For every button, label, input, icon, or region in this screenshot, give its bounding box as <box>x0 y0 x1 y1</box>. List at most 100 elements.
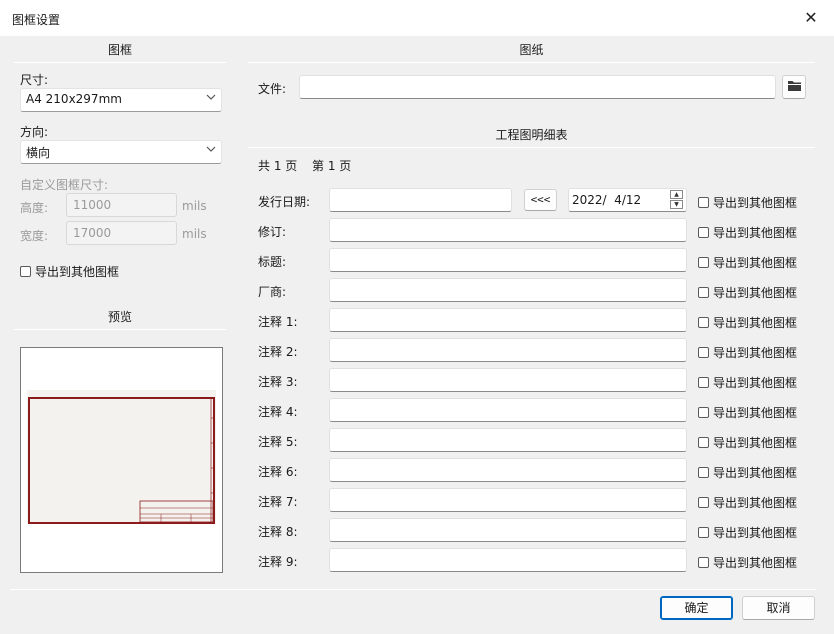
field-label: 注释 8: <box>258 525 298 539</box>
checkbox-box[interactable] <box>698 197 709 208</box>
footer-divider <box>10 589 816 590</box>
preview-header: 预览 <box>107 310 132 324</box>
checkbox-box[interactable] <box>698 527 709 538</box>
field-input[interactable] <box>329 398 687 422</box>
title-bar: 图框设置 ✕ <box>0 0 834 36</box>
file-label: 文件: <box>258 82 287 96</box>
checkbox-box[interactable] <box>698 227 709 238</box>
orientation-label: 方向: <box>20 125 49 139</box>
field-label: 厂商: <box>258 285 287 299</box>
field-export-checkbox[interactable]: 导出到其他图框 <box>698 494 797 511</box>
field-export-label: 导出到其他图框 <box>713 256 798 270</box>
field-export-checkbox[interactable]: 导出到其他图框 <box>698 314 797 331</box>
field-export-checkbox[interactable]: 导出到其他图框 <box>698 284 797 301</box>
field-input[interactable] <box>329 428 687 452</box>
field-input[interactable] <box>329 488 687 512</box>
browse-file-button[interactable] <box>782 75 806 99</box>
copy-date-button[interactable]: <<< <box>524 189 557 211</box>
date-label: 发行日期: <box>258 195 311 209</box>
checkbox-box[interactable] <box>698 347 709 358</box>
dialog-content: 图框 尺寸: A4 210x297mm 方向: 横向 自定义图框尺寸: 高度: … <box>0 36 834 634</box>
field-label: 修订: <box>258 225 287 239</box>
file-input[interactable] <box>299 75 776 99</box>
window-title: 图框设置 <box>12 13 61 27</box>
ok-button[interactable]: 确定 <box>660 596 733 620</box>
page-total: 共 1 页 <box>258 159 298 173</box>
field-export-checkbox[interactable]: 导出到其他图框 <box>698 344 797 361</box>
field-label: 注释 5: <box>258 435 298 449</box>
close-icon[interactable]: ✕ <box>788 0 834 36</box>
field-export-checkbox[interactable]: 导出到其他图框 <box>698 434 797 451</box>
field-input[interactable] <box>329 548 687 572</box>
preview-divider <box>14 329 226 330</box>
field-export-label: 导出到其他图框 <box>713 556 798 570</box>
checkbox-box[interactable] <box>698 317 709 328</box>
cancel-button[interactable]: 取消 <box>742 596 815 620</box>
date-picker-value: 2022/ 4/12 <box>572 193 642 207</box>
width-input[interactable]: 17000 <box>66 221 177 245</box>
field-export-label: 导出到其他图框 <box>713 406 798 420</box>
field-export-label: 导出到其他图框 <box>713 286 798 300</box>
field-input[interactable] <box>329 308 687 332</box>
field-export-checkbox[interactable]: 导出到其他图框 <box>698 464 797 481</box>
field-input[interactable] <box>329 338 687 362</box>
checkbox-box[interactable] <box>698 257 709 268</box>
spin-down-icon[interactable]: ▼ <box>670 200 683 209</box>
orientation-select-value: 横向 <box>26 146 51 160</box>
field-input[interactable] <box>329 248 687 272</box>
field-label: 注释 6: <box>258 465 298 479</box>
field-input[interactable] <box>329 518 687 542</box>
field-label: 注释 9: <box>258 555 298 569</box>
checkbox-box[interactable] <box>698 407 709 418</box>
sheet-divider <box>248 62 815 63</box>
checkbox-box[interactable] <box>698 287 709 298</box>
width-label: 宽度: <box>20 229 49 243</box>
field-export-checkbox[interactable]: 导出到其他图框 <box>698 524 797 541</box>
field-export-label: 导出到其他图框 <box>713 466 798 480</box>
field-export-checkbox[interactable]: 导出到其他图框 <box>698 254 797 271</box>
checkbox-box[interactable] <box>20 266 31 277</box>
chevron-down-icon <box>206 144 216 157</box>
size-select-value: A4 210x297mm <box>26 92 122 106</box>
orientation-select[interactable]: 横向 <box>20 140 222 164</box>
checkbox-box[interactable] <box>698 437 709 448</box>
field-input[interactable] <box>329 368 687 392</box>
frame-preview-graphic <box>27 390 216 524</box>
field-input[interactable] <box>329 218 687 242</box>
field-label: 注释 2: <box>258 345 298 359</box>
preview-panel <box>20 347 223 573</box>
field-export-label: 导出到其他图框 <box>713 226 798 240</box>
date-input[interactable] <box>329 188 512 212</box>
chevron-down-icon <box>206 92 216 105</box>
date-picker[interactable]: 2022/ 4/12 ▲ ▼ <box>568 188 687 212</box>
checkbox-box[interactable] <box>698 467 709 478</box>
size-select[interactable]: A4 210x297mm <box>20 88 222 112</box>
field-export-checkbox[interactable]: 导出到其他图框 <box>698 374 797 391</box>
field-export-label: 导出到其他图框 <box>713 496 798 510</box>
folder-icon <box>787 81 802 95</box>
field-export-checkbox[interactable]: 导出到其他图框 <box>698 404 797 421</box>
width-unit: mils <box>182 227 207 241</box>
frame-divider <box>14 62 226 63</box>
field-label: 注释 1: <box>258 315 298 329</box>
field-export-checkbox[interactable]: 导出到其他图框 <box>698 224 797 241</box>
height-input[interactable]: 11000 <box>66 193 177 217</box>
frame-export-checkbox[interactable]: 导出到其他图框 <box>20 263 119 280</box>
field-export-checkbox[interactable]: 导出到其他图框 <box>698 554 797 571</box>
field-input[interactable] <box>329 458 687 482</box>
field-export-label: 导出到其他图框 <box>713 376 798 390</box>
field-input[interactable] <box>329 278 687 302</box>
height-label: 高度: <box>20 201 49 215</box>
date-export-label: 导出到其他图框 <box>713 196 798 210</box>
field-export-label: 导出到其他图框 <box>713 316 798 330</box>
checkbox-box[interactable] <box>698 377 709 388</box>
checkbox-box[interactable] <box>698 497 709 508</box>
field-label: 注释 7: <box>258 495 298 509</box>
field-export-label: 导出到其他图框 <box>713 436 798 450</box>
checkbox-box[interactable] <box>698 557 709 568</box>
field-label: 标题: <box>258 255 287 269</box>
spin-up-icon[interactable]: ▲ <box>670 190 683 199</box>
date-export-checkbox[interactable]: 导出到其他图框 <box>698 194 797 211</box>
sheet-header: 图纸 <box>519 43 544 57</box>
custom-size-label: 自定义图框尺寸: <box>20 178 109 192</box>
